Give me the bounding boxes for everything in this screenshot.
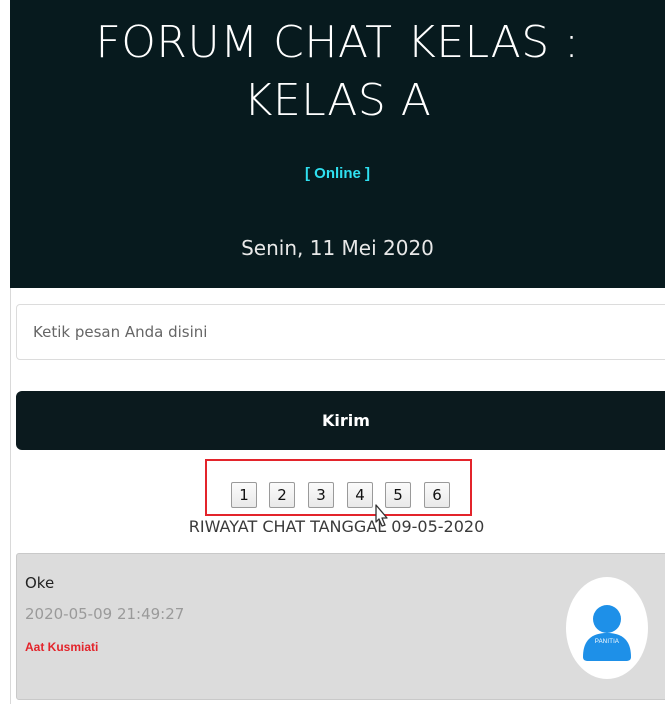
page-button-2[interactable]: 2 (269, 482, 295, 508)
user-icon (583, 605, 631, 661)
mouse-pointer-icon (375, 504, 388, 527)
page-button-6[interactable]: 6 (424, 482, 450, 508)
page-button-3[interactable]: 3 (308, 482, 334, 508)
avatar-role-label: PANITIA (594, 639, 620, 645)
message-author: Aat Kusmiati (25, 640, 99, 654)
message-input[interactable] (16, 304, 665, 360)
chat-history-title: RIWAYAT CHAT TANGGAL 09-05-2020 (188, 517, 485, 536)
title-line-1: FORUM CHAT KELAS : (95, 17, 580, 68)
chat-message: Oke 2020-05-09 21:49:27 Aat Kusmiati PAN… (16, 553, 665, 700)
forum-header: FORUM CHAT KELAS : KELAS A [ Online ] Se… (10, 0, 665, 288)
message-text: Oke (25, 574, 55, 592)
title-line-2: KELAS A (243, 75, 432, 126)
message-timestamp: 2020-05-09 21:49:27 (25, 605, 185, 623)
send-button[interactable]: Kirim (16, 391, 665, 450)
page-title: FORUM CHAT KELAS : KELAS A (10, 14, 665, 130)
page-button-1[interactable]: 1 (231, 482, 257, 508)
avatar: PANITIA (566, 577, 648, 679)
online-status: [ Online ] (305, 165, 370, 182)
current-date: Senin, 11 Mei 2020 (241, 236, 434, 260)
